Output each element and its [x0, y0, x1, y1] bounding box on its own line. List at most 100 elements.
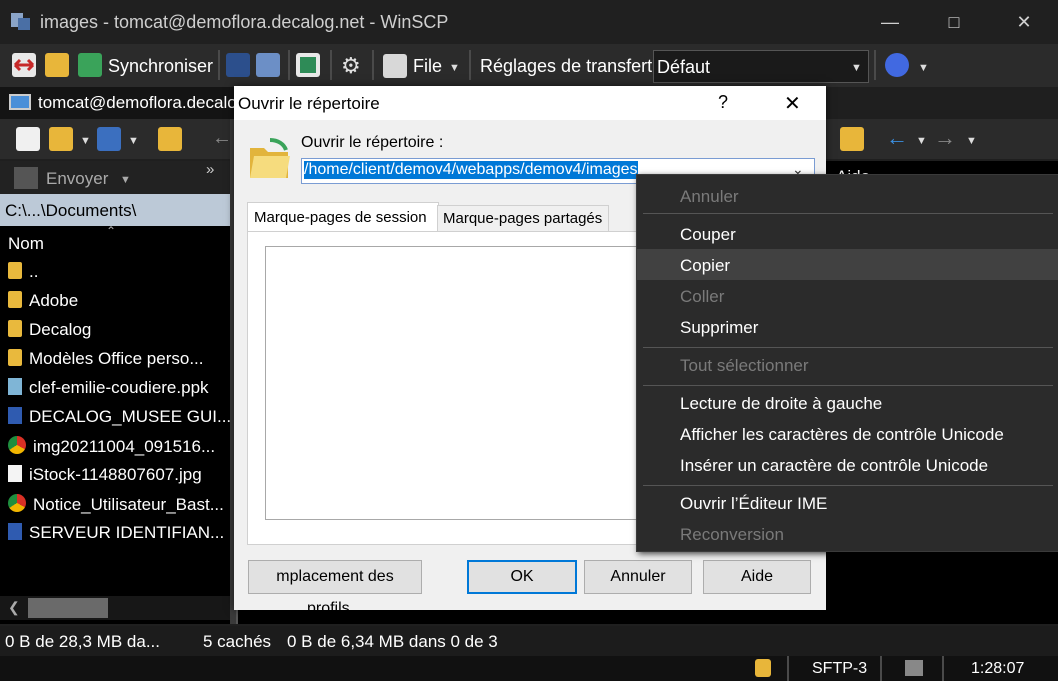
- parent-folder-icon: [8, 262, 22, 279]
- list-item[interactable]: SERVEUR IDENTIFIAN...: [8, 523, 224, 551]
- list-item[interactable]: iStock-1148807607.jpg: [8, 465, 202, 493]
- open-folder-icon: [248, 138, 294, 185]
- copy-files-icon[interactable]: [383, 54, 407, 78]
- app-icon: [10, 10, 32, 32]
- context-menu: Annuler Couper Copier Coller Supprimer T…: [636, 174, 1058, 552]
- key-file-icon: [8, 378, 22, 395]
- list-item[interactable]: Adobe: [8, 291, 78, 319]
- help-button[interactable]: Aide: [703, 560, 811, 594]
- bottom-status-bar: SFTP-3 1:28:07: [0, 656, 1058, 681]
- gear-icon[interactable]: ⚙: [341, 53, 361, 79]
- transfer-settings-select[interactable]: Défaut ▼: [653, 50, 869, 83]
- list-item[interactable]: Notice_Utilisateur_Bast...: [8, 494, 224, 522]
- right-status-text: 0 B de 6,34 MB dans 0 de 3: [287, 632, 498, 651]
- profiles-location-button[interactable]: mplacement des profils...: [248, 560, 422, 617]
- refresh-icon[interactable]: [296, 53, 320, 77]
- left-subtoolbar: ▼ ▼ ←: [0, 119, 236, 159]
- document-icon[interactable]: [16, 127, 40, 151]
- dialog-title: Ouvrir le répertoire: [238, 94, 380, 113]
- list-item[interactable]: Modèles Office perso...: [8, 349, 204, 377]
- menu-separator: [643, 485, 1053, 486]
- upload-icon[interactable]: [14, 167, 38, 189]
- menu-separator: [643, 347, 1053, 348]
- title-bar: images - tomcat@demoflora.decalog.net - …: [0, 0, 1058, 44]
- folder-icon: [8, 320, 22, 337]
- chevron-down-icon[interactable]: ▼: [916, 135, 927, 147]
- forward-icon[interactable]: →: [934, 125, 956, 151]
- sync-browsing-icon[interactable]: [885, 53, 909, 77]
- tab-session-label: Marque-pages de session: [254, 209, 427, 226]
- back-icon[interactable]: ←: [212, 127, 232, 150]
- back-icon[interactable]: ←: [886, 125, 908, 151]
- chevron-down-icon[interactable]: ▼: [851, 62, 862, 74]
- list-item[interactable]: DECALOG_MUSEE GUI...: [8, 407, 231, 435]
- send-button[interactable]: Envoyer: [46, 169, 108, 189]
- folder-icon: [8, 349, 22, 366]
- transfer-settings-label: Réglages de transfert: [480, 56, 653, 76]
- tab-shared-bookmarks[interactable]: Marque-pages partagés: [437, 205, 609, 233]
- putty-icon[interactable]: [256, 53, 280, 77]
- menu-item-rtl[interactable]: Lecture de droite à gauche: [680, 394, 882, 414]
- synchronize-button[interactable]: Synchroniser: [108, 56, 213, 77]
- terminal-icon[interactable]: [226, 53, 250, 77]
- chevron-down-icon[interactable]: ▼: [80, 135, 91, 147]
- chevron-down-icon[interactable]: ▼: [918, 62, 929, 74]
- folder-tree-icon[interactable]: [840, 127, 864, 151]
- column-header-name[interactable]: Nom: [8, 234, 44, 254]
- parent-directory-icon[interactable]: [158, 127, 182, 151]
- scroll-left-icon[interactable]: ❮: [8, 599, 20, 616]
- separator: [787, 656, 789, 681]
- help-icon[interactable]: ?: [718, 92, 728, 113]
- cancel-button[interactable]: Annuler: [584, 560, 692, 594]
- monitor-icon: [9, 94, 31, 110]
- minimize-icon[interactable]: —: [880, 12, 900, 32]
- menu-item-ime[interactable]: Ouvrir l’Éditeur IME: [680, 494, 827, 514]
- menu-item-cut[interactable]: Couper: [680, 225, 736, 245]
- dialog-title-bar: Ouvrir le répertoire ? ✕: [234, 86, 826, 120]
- chevron-down-icon[interactable]: ▼: [128, 135, 139, 147]
- separator: [469, 50, 471, 80]
- left-file-list: Nom ⌃ .. Adobe Decalog Modèles Office pe…: [0, 224, 231, 624]
- chrome-icon: [8, 494, 26, 512]
- close-icon[interactable]: ✕: [1014, 12, 1034, 32]
- list-item[interactable]: Decalog: [8, 320, 91, 348]
- session-tab-bar: tomcat@demoflora.decalog.net: [0, 87, 275, 119]
- separator: [874, 50, 876, 80]
- left-status-text: 0 B de 28,3 MB da...: [5, 632, 160, 651]
- list-item[interactable]: img20211004_091516...: [8, 436, 215, 464]
- synchronize-icon[interactable]: [78, 53, 102, 77]
- keep-up-to-date-icon[interactable]: [45, 53, 69, 77]
- separator: [218, 50, 220, 80]
- tab-session-bookmarks[interactable]: Marque-pages de session: [247, 202, 439, 233]
- file-menu-button[interactable]: File: [413, 56, 442, 77]
- compare-directories-icon[interactable]: [12, 53, 36, 77]
- overflow-chevron-icon[interactable]: »: [206, 161, 214, 178]
- word-doc-icon: [8, 407, 22, 424]
- bookmarks-list[interactable]: [265, 246, 667, 520]
- open-folder-icon[interactable]: [49, 127, 73, 151]
- horizontal-scrollbar[interactable]: ❮: [0, 596, 230, 620]
- transfer-settings-value: Défaut: [657, 57, 711, 77]
- list-item[interactable]: clef-emilie-coudiere.ppk: [8, 378, 209, 406]
- word-doc-icon: [8, 523, 22, 540]
- status-bar: 0 B de 28,3 MB da... 5 cachés 0 B de 6,3…: [0, 626, 1058, 656]
- chevron-down-icon[interactable]: ▼: [966, 135, 977, 147]
- ok-button[interactable]: OK: [467, 560, 577, 594]
- path-bar[interactable]: C:\...\Documents\: [0, 194, 236, 226]
- menu-item-copy[interactable]: Copier: [680, 256, 730, 276]
- close-icon[interactable]: ✕: [784, 91, 801, 116]
- list-item[interactable]: ..: [8, 262, 38, 290]
- maximize-icon[interactable]: □: [944, 12, 964, 32]
- network-icon: [905, 660, 923, 676]
- menu-item-show-unicode[interactable]: Afficher les caractères de contrôle Unic…: [680, 425, 1004, 445]
- menu-item-delete[interactable]: Supprimer: [680, 318, 758, 338]
- sort-arrow-icon: ⌃: [106, 224, 117, 238]
- chevron-down-icon[interactable]: ▼: [120, 174, 131, 186]
- image-file-icon: [8, 465, 22, 482]
- chevron-down-icon[interactable]: ▼: [449, 62, 460, 74]
- chrome-icon: [8, 436, 26, 454]
- path-field-label: Ouvrir le répertoire :: [301, 134, 444, 151]
- filter-icon[interactable]: [97, 127, 121, 151]
- scrollbar-thumb[interactable]: [28, 598, 108, 618]
- menu-item-insert-unicode[interactable]: Insérer un caractère de contrôle Unicode: [680, 456, 988, 476]
